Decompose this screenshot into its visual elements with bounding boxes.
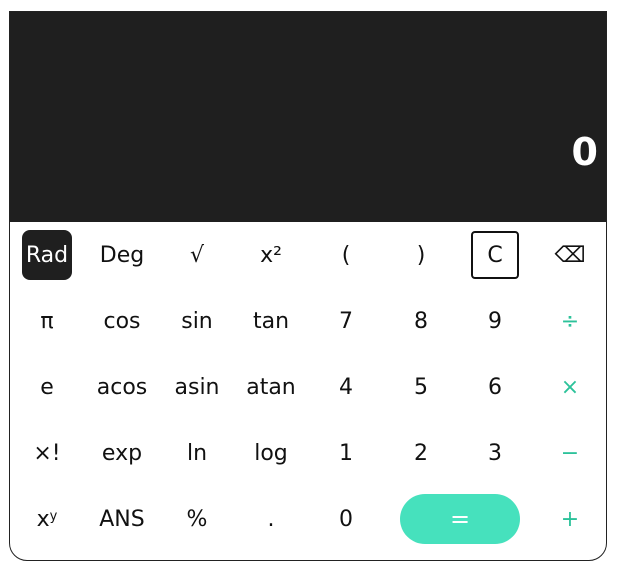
log-button[interactable]: log xyxy=(234,420,308,486)
digit-0-button[interactable]: 0 xyxy=(309,486,383,552)
decimal-button[interactable]: . xyxy=(234,486,308,552)
ln-button[interactable]: ln xyxy=(160,420,234,486)
digit-6-button[interactable]: 6 xyxy=(458,354,532,420)
clear-button-label: C xyxy=(471,231,519,279)
power-button[interactable]: xy xyxy=(10,486,84,552)
tan-button[interactable]: tan xyxy=(234,288,308,354)
add-button[interactable]: + xyxy=(533,486,606,552)
calculator: 0 Rad Deg √ x² ( ) C ⌫ π cos sin tan 7 8… xyxy=(9,11,607,561)
percent-button[interactable]: % xyxy=(160,486,234,552)
multiply-button[interactable]: × xyxy=(533,354,606,420)
digit-9-button[interactable]: 9 xyxy=(458,288,532,354)
keypad: Rad Deg √ x² ( ) C ⌫ π cos sin tan 7 8 9… xyxy=(10,222,606,560)
pi-button[interactable]: π xyxy=(10,288,84,354)
close-paren-button[interactable]: ) xyxy=(384,222,458,288)
display-panel: 0 xyxy=(10,12,606,222)
digit-7-button[interactable]: 7 xyxy=(309,288,383,354)
power-base-label: x xyxy=(36,506,50,532)
digit-5-button[interactable]: 5 xyxy=(384,354,458,420)
digit-3-button[interactable]: 3 xyxy=(458,420,532,486)
power-exponent-label: y xyxy=(49,508,58,524)
clear-button[interactable]: C xyxy=(458,222,532,288)
digit-4-button[interactable]: 4 xyxy=(309,354,383,420)
factorial-button[interactable]: ×! xyxy=(10,420,84,486)
open-paren-button[interactable]: ( xyxy=(309,222,383,288)
square-button[interactable]: x² xyxy=(234,222,308,288)
ans-button[interactable]: ANS xyxy=(85,486,159,552)
e-button[interactable]: e xyxy=(10,354,84,420)
cos-button[interactable]: cos xyxy=(85,288,159,354)
equals-button[interactable]: = xyxy=(399,486,521,552)
acos-button[interactable]: acos xyxy=(85,354,159,420)
display-value: 0 xyxy=(571,130,598,174)
digit-8-button[interactable]: 8 xyxy=(384,288,458,354)
sin-button[interactable]: sin xyxy=(160,288,234,354)
digit-1-button[interactable]: 1 xyxy=(309,420,383,486)
subtract-button[interactable]: − xyxy=(533,420,606,486)
digit-2-button[interactable]: 2 xyxy=(384,420,458,486)
rad-button-label: Rad xyxy=(22,230,72,280)
exp-button[interactable]: exp xyxy=(85,420,159,486)
sqrt-button[interactable]: √ xyxy=(160,222,234,288)
deg-button[interactable]: Deg xyxy=(85,222,159,288)
rad-button[interactable]: Rad xyxy=(10,222,84,288)
backspace-button[interactable]: ⌫ xyxy=(533,222,606,288)
atan-button[interactable]: atan xyxy=(234,354,308,420)
asin-button[interactable]: asin xyxy=(160,354,234,420)
divide-button[interactable]: ÷ xyxy=(533,288,606,354)
equals-button-label: = xyxy=(400,494,520,544)
